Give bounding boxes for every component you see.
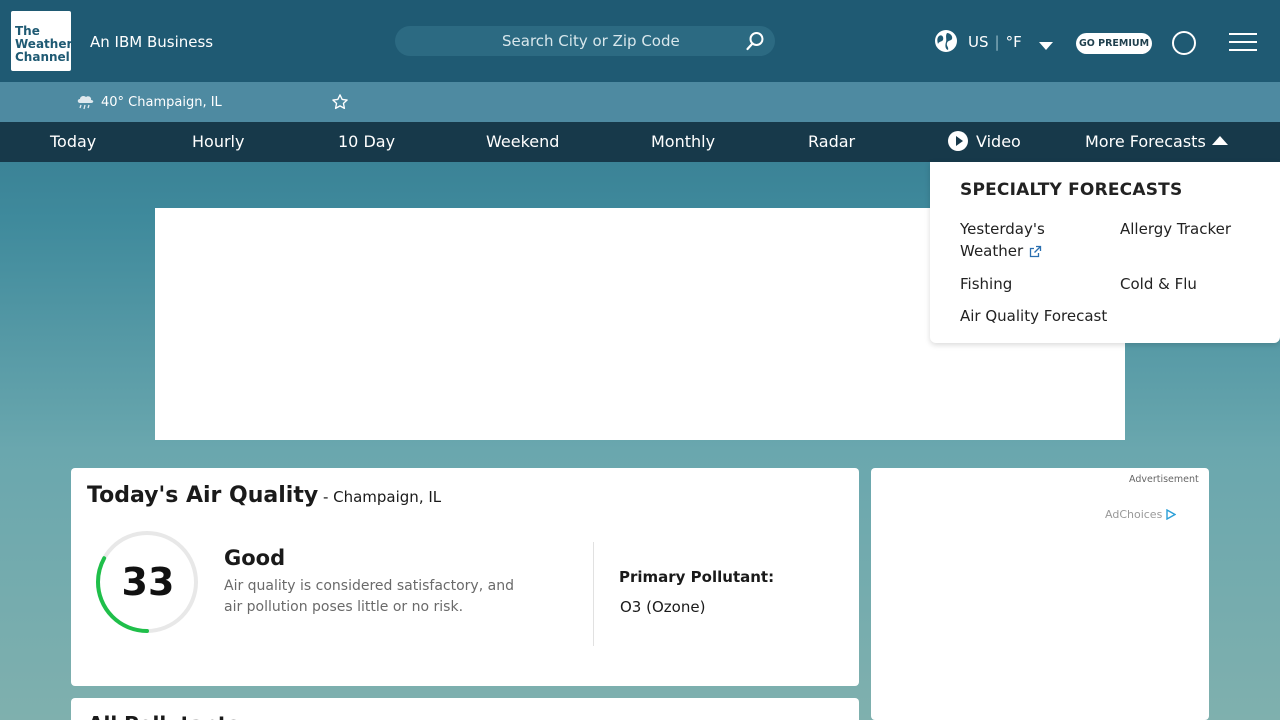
nav-video[interactable]: Video [948, 131, 1021, 153]
nav-more-forecasts-label: More Forecasts [1085, 132, 1206, 151]
yesterdays-weather-line2: Weather [960, 242, 1024, 260]
all-pollutants-title: All Pollutants [88, 712, 239, 720]
forecast-nav: Today Hourly 10 Day Weekend Monthly Rada… [0, 122, 1280, 162]
air-quality-location: - Champaign, IL [318, 488, 442, 506]
nav-today[interactable]: Today [50, 131, 96, 153]
search-bar [395, 26, 775, 56]
ibm-business-link[interactable]: An IBM Business [90, 32, 213, 52]
advertisement-label: Advertisement [1129, 474, 1199, 485]
allergy-tracker-link[interactable]: Allergy Tracker [1120, 218, 1231, 240]
air-quality-forecast-link[interactable]: Air Quality Forecast [960, 305, 1107, 327]
yesterdays-weather-line1: Yesterday's [960, 220, 1045, 238]
cold-flu-link[interactable]: Cold & Flu [1120, 273, 1197, 295]
nav-hourly[interactable]: Hourly [192, 131, 244, 153]
more-forecasts-dropdown: SPECIALTY FORECASTS Yesterday's Weather … [930, 162, 1280, 343]
unit-system-label: US [968, 33, 989, 51]
primary-pollutant-label: Primary Pollutant: [619, 568, 775, 586]
unit-selector[interactable]: US | °F [968, 32, 1022, 52]
fishing-link[interactable]: Fishing [960, 273, 1012, 295]
logo-line-3: Channel [15, 50, 70, 64]
current-location-link[interactable]: 40° Champaign, IL [75, 90, 222, 114]
side-ad-card: Advertisement AdChoices [871, 468, 1209, 720]
site-header: The Weather Channel An IBM Business US |… [0, 0, 1280, 82]
nav-more-forecasts[interactable]: More Forecasts [1085, 131, 1228, 153]
nav-monthly[interactable]: Monthly [651, 131, 715, 153]
chevron-down-icon[interactable] [1038, 37, 1054, 50]
weather-channel-logo[interactable]: The Weather Channel [11, 11, 72, 71]
unit-separator: | [994, 33, 1000, 51]
search-icon [746, 32, 764, 51]
adchoices-label: AdChoices [1105, 507, 1163, 521]
air-quality-heading: Today's Air Quality - Champaign, IL [87, 483, 441, 508]
hamburger-menu-icon[interactable] [1227, 30, 1259, 54]
chevron-up-icon [1211, 136, 1228, 145]
air-quality-card: Today's Air Quality - Champaign, IL 33 G… [71, 468, 859, 686]
current-location-label: 40° Champaign, IL [101, 94, 222, 110]
globe-icon[interactable] [934, 29, 958, 53]
favorite-star-icon[interactable] [328, 90, 352, 114]
divider [593, 542, 594, 646]
adchoices-link[interactable]: AdChoices [1105, 506, 1191, 522]
rain-cloud-icon [77, 95, 94, 110]
adchoices-icon [1166, 508, 1177, 520]
search-button[interactable] [741, 27, 769, 55]
air-quality-index: 33 [121, 560, 175, 604]
air-quality-category: Good [224, 546, 286, 570]
all-pollutants-card: All Pollutants [71, 698, 859, 720]
dropdown-title: SPECIALTY FORECASTS [960, 180, 1183, 200]
search-input[interactable] [502, 29, 702, 53]
nav-radar[interactable]: Radar [808, 131, 855, 153]
nav-video-label: Video [976, 132, 1021, 151]
external-link-icon [1030, 245, 1042, 258]
unit-temp-label: °F [1005, 33, 1022, 51]
nav-10-day[interactable]: 10 Day [338, 131, 395, 153]
go-premium-button[interactable]: GO PREMIUM [1076, 33, 1152, 54]
play-icon [948, 131, 968, 151]
air-quality-description: Air quality is considered satisfactory, … [224, 578, 514, 615]
location-bar: 40° Champaign, IL [0, 82, 1280, 122]
primary-pollutant-value: O3 (Ozone) [620, 598, 706, 616]
air-quality-title: Today's Air Quality [87, 483, 319, 508]
nav-weekend[interactable]: Weekend [486, 131, 559, 153]
yesterdays-weather-link[interactable]: Yesterday's Weather [960, 218, 1070, 262]
account-icon[interactable] [1172, 31, 1196, 55]
